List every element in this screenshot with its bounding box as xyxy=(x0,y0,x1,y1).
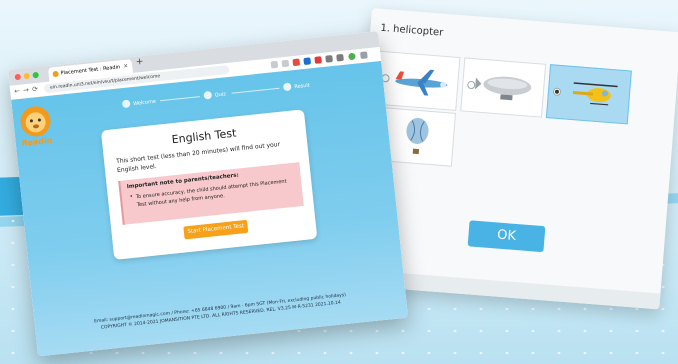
close-tab-icon[interactable]: × xyxy=(123,59,129,73)
step-label-quiz: Quiz xyxy=(214,91,227,99)
maximize-window-icon[interactable] xyxy=(32,71,39,79)
welcome-card: English Test This short test (less than … xyxy=(100,109,318,260)
new-tab-button[interactable]: + xyxy=(135,57,144,68)
favicon-icon xyxy=(52,70,59,78)
airship-icon xyxy=(474,76,532,101)
step-indicator-result xyxy=(282,82,292,92)
extension-icon[interactable] xyxy=(292,58,301,67)
step-label-welcome: Welcome xyxy=(132,98,157,108)
sidebar-icon[interactable] xyxy=(336,53,344,62)
note-bullet: • xyxy=(129,193,134,200)
bookmark-icon[interactable] xyxy=(281,59,290,68)
question-text: 1. helicopter xyxy=(380,22,444,39)
extension-icon[interactable] xyxy=(303,57,312,66)
browser-window: Placement Test : Readin × + ← → ⟳ ein.re… xyxy=(8,31,409,357)
reload-icon[interactable]: ⟳ xyxy=(32,85,39,94)
choice-helicopter[interactable] xyxy=(545,64,632,125)
choice-airship[interactable] xyxy=(460,57,547,118)
step-connector xyxy=(231,87,280,94)
minimize-window-icon[interactable] xyxy=(23,72,31,80)
helicopter-icon xyxy=(572,82,618,106)
start-placement-test-button[interactable]: Start Placement Test xyxy=(183,219,249,240)
forward-icon[interactable]: → xyxy=(23,86,30,95)
page-content: Readin Welcome Quiz Result English Test … xyxy=(11,60,409,357)
choice-airplane[interactable] xyxy=(374,50,461,111)
airplane-icon xyxy=(395,69,448,96)
hot-air-balloon-icon xyxy=(406,117,429,155)
menu-icon[interactable] xyxy=(360,51,368,60)
logo-wordmark: Readin xyxy=(21,135,53,148)
back-icon[interactable]: ← xyxy=(14,87,21,96)
profile-avatar[interactable] xyxy=(348,52,356,61)
step-label-result: Result xyxy=(294,82,311,91)
close-window-icon[interactable] xyxy=(14,73,22,81)
step-indicator-quiz xyxy=(203,90,213,100)
download-icon[interactable] xyxy=(325,55,333,63)
ok-button[interactable]: OK xyxy=(467,220,546,253)
step-indicator-welcome xyxy=(121,99,131,109)
step-connector xyxy=(159,96,200,102)
extension-icon[interactable] xyxy=(314,56,323,64)
share-icon[interactable] xyxy=(270,60,279,69)
